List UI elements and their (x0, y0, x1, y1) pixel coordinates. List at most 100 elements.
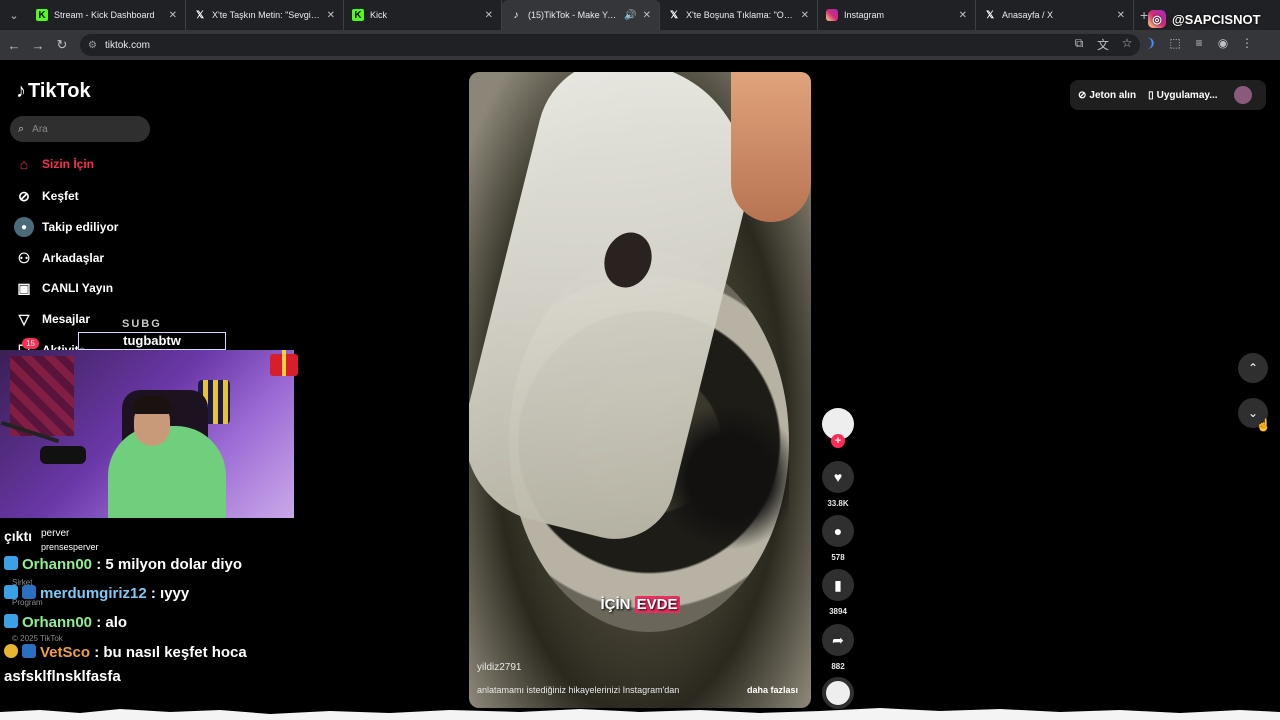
x-icon: 𝕏 (669, 9, 679, 21)
translate-icon[interactable]: 文 (1096, 36, 1110, 53)
search-placeholder: Ara (32, 123, 48, 135)
chat-message: : ıyyy (146, 585, 190, 602)
speaker-icon[interactable]: 🔊 (624, 10, 636, 21)
like-action[interactable]: ♥ 33.8K (822, 461, 854, 508)
share-action[interactable]: ➦ 882 (822, 624, 854, 671)
streamer-hair (132, 396, 172, 414)
sidebar-item-following[interactable]: ● Takip ediliyor (14, 217, 118, 237)
tab-title: (15)TikTok - Make Your Day (528, 10, 618, 20)
sidebar-item-live[interactable]: ▣ CANLI Yayın (14, 278, 113, 298)
app-label: Uygulamay... (1156, 89, 1218, 101)
close-icon[interactable]: ✕ (801, 10, 809, 21)
close-icon[interactable]: ✕ (485, 10, 493, 21)
get-coins-button[interactable]: ⊘ Jeton alın (1078, 90, 1136, 101)
bookmark-icon[interactable]: ▮ (822, 569, 854, 601)
new-tab-icon[interactable]: + (1140, 7, 1148, 23)
search-icon: ⌕ (18, 122, 25, 135)
profile-avatar[interactable] (1234, 86, 1252, 104)
video-player[interactable]: İÇİN EVDE yildiz2791 anlatamamı istediği… (469, 72, 811, 708)
toolbar-icons: ⧉ 文 ☆ ❩ ⬚ ≡ ◉ ⋮ (1072, 36, 1254, 53)
site-info-icon[interactable]: ⚙ (88, 40, 97, 51)
footer-copyright: © 2025 TikTok (12, 634, 63, 643)
bookmark-action[interactable]: ▮ 3894 (822, 569, 854, 616)
chat-line: asfsklflnsklfasfa (4, 668, 121, 685)
sidebar-item-explore[interactable]: ⊘ Keşfet (14, 186, 79, 206)
comment-count: 578 (831, 553, 845, 562)
close-icon[interactable]: ✕ (327, 10, 335, 21)
chat-user: perver (41, 528, 70, 539)
back-icon[interactable]: ← (2, 38, 26, 53)
get-app-button[interactable]: ▯ Uygulamay... (1148, 90, 1217, 101)
cube-icon (4, 614, 18, 628)
menu-icon[interactable]: ⋮ (1240, 36, 1254, 53)
previous-video-button[interactable]: ⌃ (1238, 353, 1268, 383)
coin-icon: ⊘ (1078, 89, 1087, 101)
chat-message: : 5 milyon dolar diyo (92, 556, 243, 573)
tab-kick-dashboard[interactable]: K Stream - Kick Dashboard ✕ (28, 0, 186, 30)
share-icon[interactable]: ➦ (822, 624, 854, 656)
tab-x-bosuna[interactable]: 𝕏 X'te Boşuna Tıklama: "Orkun Iş ✕ (660, 0, 818, 30)
overlay-brand: SUBG (122, 318, 162, 330)
wall-tapestry (10, 356, 74, 436)
torn-paper-edge (0, 708, 1280, 720)
video-username[interactable]: yildiz2791 (477, 662, 521, 673)
tab-title: Kick (370, 10, 388, 20)
forward-icon[interactable]: → (26, 38, 50, 53)
cube-icon (4, 556, 18, 570)
share-count: 882 (831, 662, 845, 671)
comment-icon[interactable]: ● (822, 515, 854, 547)
url-field[interactable]: ⚙ tiktok.com (80, 34, 1140, 56)
home-icon: ⌂ (19, 156, 29, 172)
video-more-link[interactable]: daha fazlası (747, 685, 798, 695)
kick-icon: K (352, 9, 364, 21)
caption-text: İÇİN EVDE (600, 596, 680, 613)
media-control-icon[interactable]: ≡ (1192, 36, 1206, 53)
install-app-icon[interactable]: ⧉ (1072, 36, 1086, 53)
chat-line: Orhann00 : 5 milyon dolar diyo (4, 556, 242, 573)
tab-tiktok[interactable]: ♪ (15)TikTok - Make Your Day 🔊 ✕ (502, 0, 660, 30)
tab-title: Stream - Kick Dashboard (54, 10, 155, 20)
close-icon[interactable]: ✕ (959, 10, 967, 21)
streamer-name: tugbabtw (78, 332, 226, 350)
webcam-feed (0, 350, 294, 518)
x-icon: 𝕏 (195, 9, 205, 21)
instagram-icon: ◎ (1148, 10, 1166, 28)
chat-user: Orhann00 (22, 556, 93, 573)
sidebar-item-for-you[interactable]: ⌂ Sizin İçin (14, 154, 94, 174)
follow-plus-icon[interactable]: + (831, 434, 845, 448)
extension-icon[interactable]: ❩ (1144, 36, 1158, 53)
browser-tab-bar: ⌄ K Stream - Kick Dashboard ✕ 𝕏 X'te Taş… (0, 0, 1280, 30)
friends-icon: ⚇ (17, 249, 31, 266)
streamer-watermark: ◎ @SAPCISNOT (1148, 10, 1261, 28)
gift-box-icon (266, 348, 302, 378)
search-input[interactable]: ⌕ Ara (10, 116, 150, 142)
tab-search-icon[interactable]: ⌄ (0, 0, 28, 30)
video-arm (731, 72, 811, 222)
tiktok-logo[interactable]: ♪ TikTok (16, 80, 91, 103)
chat-line: VetSco : bu nasıl keşfet hoca (4, 644, 247, 661)
close-icon[interactable]: ✕ (169, 10, 177, 21)
chat-line: prensesperver (41, 542, 99, 552)
heart-icon[interactable]: ♥ (822, 461, 854, 493)
bookmark-star-icon[interactable]: ☆ (1120, 36, 1134, 53)
caption-highlight: EVDE (634, 596, 680, 613)
chat-user: merdumgiriz12 (40, 585, 147, 602)
cube-icon (4, 585, 18, 599)
tab-title: Instagram (844, 10, 885, 20)
tab-x-home[interactable]: 𝕏 Anasayfa / X ✕ (976, 0, 1134, 30)
activity-badge: 15 (22, 338, 39, 349)
header-actions: ⊘ Jeton alın ▯ Uygulamay... (1070, 80, 1266, 110)
close-icon[interactable]: ✕ (1117, 10, 1125, 21)
puzzle-icon[interactable]: ⬚ (1168, 36, 1182, 53)
reload-icon[interactable]: ↻ (50, 37, 74, 53)
streamer-body (108, 426, 226, 518)
comment-action[interactable]: ● 578 (822, 515, 854, 562)
video-description: anlatamamı istediğiniz hikayelerinizi In… (477, 685, 680, 695)
chat-line: çıktı (4, 528, 32, 544)
tab-instagram[interactable]: Instagram ✕ (818, 0, 976, 30)
tab-x-taskin[interactable]: 𝕏 X'te Taşkın Metin: "Sevgili Galat ✕ (186, 0, 344, 30)
sidebar-item-friends[interactable]: ⚇ Arkadaşlar (14, 248, 104, 268)
close-icon[interactable]: ✕ (643, 10, 651, 21)
profile-icon[interactable]: ◉ (1216, 36, 1230, 53)
tab-kick[interactable]: K Kick ✕ (344, 0, 502, 30)
